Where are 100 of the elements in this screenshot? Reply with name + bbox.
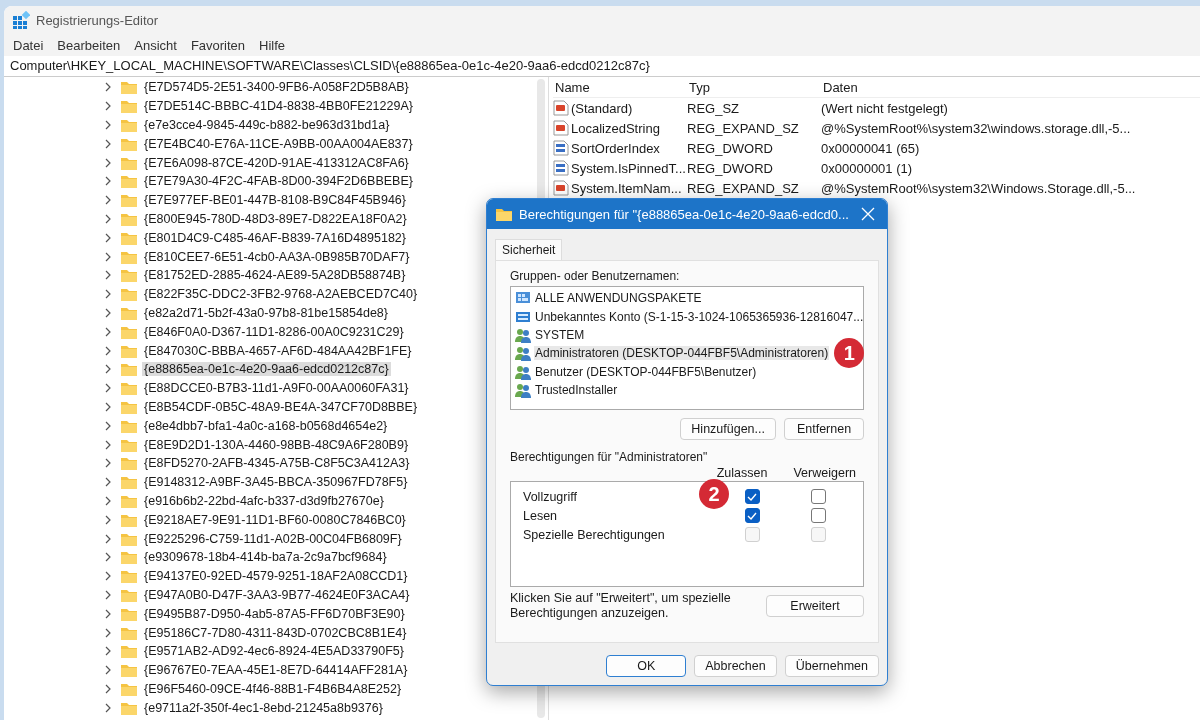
chevron-right-icon	[104, 176, 112, 187]
advanced-button[interactable]: Erweitert	[766, 595, 864, 617]
tree-item[interactable]: {E9148312-A9BF-3A45-BBCA-350967FD78F5}	[142, 475, 410, 490]
tree-item[interactable]: {E7E79A30-4F2C-4FAB-8D00-394F2D6BBEBE}	[142, 174, 415, 189]
tree-item[interactable]: {E9571AB2-AD92-4ec6-8924-4E5AD33790F5}	[142, 644, 406, 659]
menu-item[interactable]: Favoriten	[185, 35, 251, 55]
checkbox[interactable]	[744, 489, 760, 504]
tree-item[interactable]: {E846F0A0-D367-11D1-8286-00A0C9231C29}	[142, 324, 406, 339]
permission-name: Vollzugriff	[523, 489, 577, 504]
tree-item[interactable]: {E9495B87-D950-4ab5-87A5-FF6D70BF3E90}	[142, 606, 407, 621]
chevron-right-icon	[104, 552, 112, 563]
chevron-right-icon	[104, 608, 112, 619]
chevron-right-icon	[104, 307, 112, 318]
folder-icon	[120, 568, 138, 585]
value-data: 0x00000041 (65)	[821, 140, 921, 156]
value-name[interactable]: LocalizedString	[571, 120, 660, 136]
folder-icon	[120, 549, 138, 566]
value-name[interactable]: System.IsPinnedT...	[571, 160, 686, 176]
menu-item[interactable]: Bearbeiten	[52, 35, 126, 55]
button[interactable]: OK	[606, 655, 687, 677]
tree-item[interactable]: {E7E4BC40-E76A-11CE-A9BB-00AA004AE837}	[142, 136, 415, 151]
folder-icon	[120, 117, 138, 133]
user-item[interactable]: SYSTEM	[534, 327, 586, 342]
user-item[interactable]: Benutzer (DESKTOP-044FBF5\Benutzer)	[534, 364, 758, 379]
button[interactable]: Übernehmen	[784, 655, 879, 677]
string-value-icon	[553, 100, 569, 116]
section-label: Gruppen- oder Benutzernamen:	[510, 269, 681, 283]
tree-item[interactable]: {E88DCCE0-B7B3-11d1-A9F0-00AA0060FA31}	[142, 381, 411, 396]
chevron-right-icon	[104, 270, 112, 281]
tree-item[interactable]: {E8E9D2D1-130A-4460-98BB-48C9A6F280B9}	[142, 437, 411, 452]
user-item[interactable]: TrustedInstaller	[534, 383, 619, 398]
tree-item[interactable]: {E7E6A098-87CE-420D-91AE-413312AC8FA6}	[142, 155, 411, 170]
tree-item[interactable]: {E822F35C-DDC2-3FB2-9768-A2AEBCED7C40}	[142, 287, 420, 302]
checkbox[interactable]	[810, 489, 826, 504]
tree-item[interactable]: {e916b6b2-22bd-4afc-b337-d3d9fb27670e}	[142, 493, 386, 508]
users-icon	[515, 326, 531, 343]
chevron-right-icon	[104, 495, 112, 506]
chevron-right-icon	[104, 101, 112, 112]
tree-item[interactable]: {E96767E0-7EAA-45E1-8E7D-64414AFF281A}	[142, 663, 410, 678]
chevron-right-icon	[104, 138, 112, 149]
chevron-right-icon	[104, 702, 112, 713]
chevron-right-icon	[104, 420, 112, 431]
tree-item[interactable]: {e9309678-18b4-414b-ba7a-2c9a7bcf9684}	[142, 550, 389, 565]
tree-item[interactable]: {e88865ea-0e1c-4e20-9aa6-edcd0212c87c}	[142, 362, 391, 377]
tree-item[interactable]: {E847030C-BBBA-4657-AF6D-484AA42BF1FE}	[142, 343, 414, 358]
menu-item[interactable]: Datei	[8, 35, 49, 55]
tree-item[interactable]: {E801D4C9-C485-46AF-B839-7A16D4895182}	[142, 230, 408, 245]
tree-item[interactable]: {e7e3cce4-9845-449c-b882-be963d31bd1a}	[142, 118, 392, 132]
tree-item[interactable]: {E947A0B0-D47F-3AA3-9B77-4624E0F3ACA4}	[142, 587, 412, 602]
checkbox[interactable]	[744, 508, 760, 523]
tree-item[interactable]: {E9225296-C759-11d1-A02B-00C04FB6809F}	[142, 531, 404, 546]
column-header[interactable]: Name	[553, 79, 687, 95]
tree-item[interactable]: {E810CEE7-6E51-4cb0-AA3A-0B985B70DAF7}	[142, 249, 412, 264]
folder-icon	[120, 267, 138, 284]
chevron-right-icon	[104, 514, 112, 525]
chevron-right-icon	[104, 82, 112, 93]
checkbox[interactable]	[810, 508, 826, 523]
tree-item[interactable]: {E96F5460-09CE-4f46-88B1-F4B6B4A8E252}	[142, 681, 404, 696]
tree-item[interactable]: {e82a2d71-5b2f-43a0-97b8-81be15854de8}	[142, 305, 390, 320]
chevron-right-icon	[104, 477, 112, 488]
user-item[interactable]: Unbekanntes Konto (S-1-15-3-1024-1065365936-12816047...	[534, 309, 865, 324]
user-item[interactable]: ALLE ANWENDUNGSPAKETE	[534, 291, 703, 306]
tree-item[interactable]: {E9218AE7-9E91-11D1-BF60-0080C7846BC0}	[142, 512, 408, 527]
tree-item[interactable]: {E94137E0-92ED-4579-9251-18AF2A08CCD1}	[142, 569, 410, 584]
chevron-right-icon	[104, 665, 112, 676]
tree-item[interactable]: {E7E977EF-BE01-447B-8108-B9C84F45B946}	[142, 193, 408, 208]
user-item[interactable]: Administratoren (DESKTOP-044FBF5\Administratoren)	[534, 346, 830, 361]
permission-name: Spezielle Berechtigungen	[523, 527, 665, 542]
registry-editor-icon	[12, 11, 30, 29]
value-name[interactable]: (Standard)	[571, 100, 633, 116]
chevron-right-icon	[104, 364, 112, 375]
tab[interactable]: Sicherheit	[495, 239, 563, 260]
permission-name: Lesen	[523, 508, 558, 523]
tree-item[interactable]: {E8B54CDF-0B5C-48A9-BE4A-347CF70D8BBE}	[142, 399, 420, 414]
user-list[interactable]: ALLE ANWENDUNGSPAKETE Unbekanntes Konto (S-1-15-3-1024-1065365936-12816047... SYSTEM Administratoren (DESKTOP-044FBF5\Administratoren) 1 Benutzer (DESKTOP-044FBF5\Benutzer) TrustedInstaller	[510, 286, 864, 410]
tree-item[interactable]: {E81752ED-2885-4624-AE89-5A28DB58874B}	[142, 268, 408, 283]
button[interactable]: Entfernen	[784, 418, 864, 440]
string-value-icon	[553, 120, 569, 136]
button[interactable]: Abbrechen	[694, 655, 777, 677]
chevron-right-icon	[104, 589, 112, 600]
column-header: Verweigern	[793, 466, 856, 480]
menu-item[interactable]: Ansicht	[129, 35, 182, 55]
tree-item[interactable]: {E800E945-780D-48D3-89E7-D822EA18F0A2}	[142, 211, 409, 226]
tree-item[interactable]: {e8e4dbb7-bfa1-4a0c-a168-b0568d4654e2}	[142, 418, 390, 433]
value-name[interactable]: SortOrderIndex	[571, 140, 660, 156]
chevron-right-icon	[104, 120, 112, 130]
chevron-right-icon	[104, 401, 112, 412]
tree-item[interactable]: {E95186C7-7D80-4311-843D-0702CBC8B1E4}	[142, 625, 409, 640]
tree-item[interactable]: {e9711a2f-350f-4ec1-8ebd-21245a8b9376}	[142, 700, 385, 715]
menu-item[interactable]: Hilfe	[254, 35, 291, 55]
value-name[interactable]: System.ItemNam...	[571, 180, 682, 196]
tree-item[interactable]: {E7DE514C-BBBC-41D4-8838-4BB0FE21229A}	[142, 99, 415, 114]
tree-item[interactable]: {E7D574D5-2E51-3400-9FB6-A058F2D5B8AB}	[142, 80, 411, 95]
column-header[interactable]: Daten	[821, 79, 1200, 95]
button[interactable]: Hinzufügen...	[680, 418, 776, 440]
chevron-right-icon	[104, 213, 112, 224]
tree-item[interactable]: {E8FD5270-2AFB-4345-A75B-C8F5C3A412A3}	[142, 456, 412, 471]
chevron-right-icon	[104, 232, 112, 243]
column-header[interactable]: Typ	[687, 79, 821, 95]
folder-icon	[120, 361, 138, 378]
